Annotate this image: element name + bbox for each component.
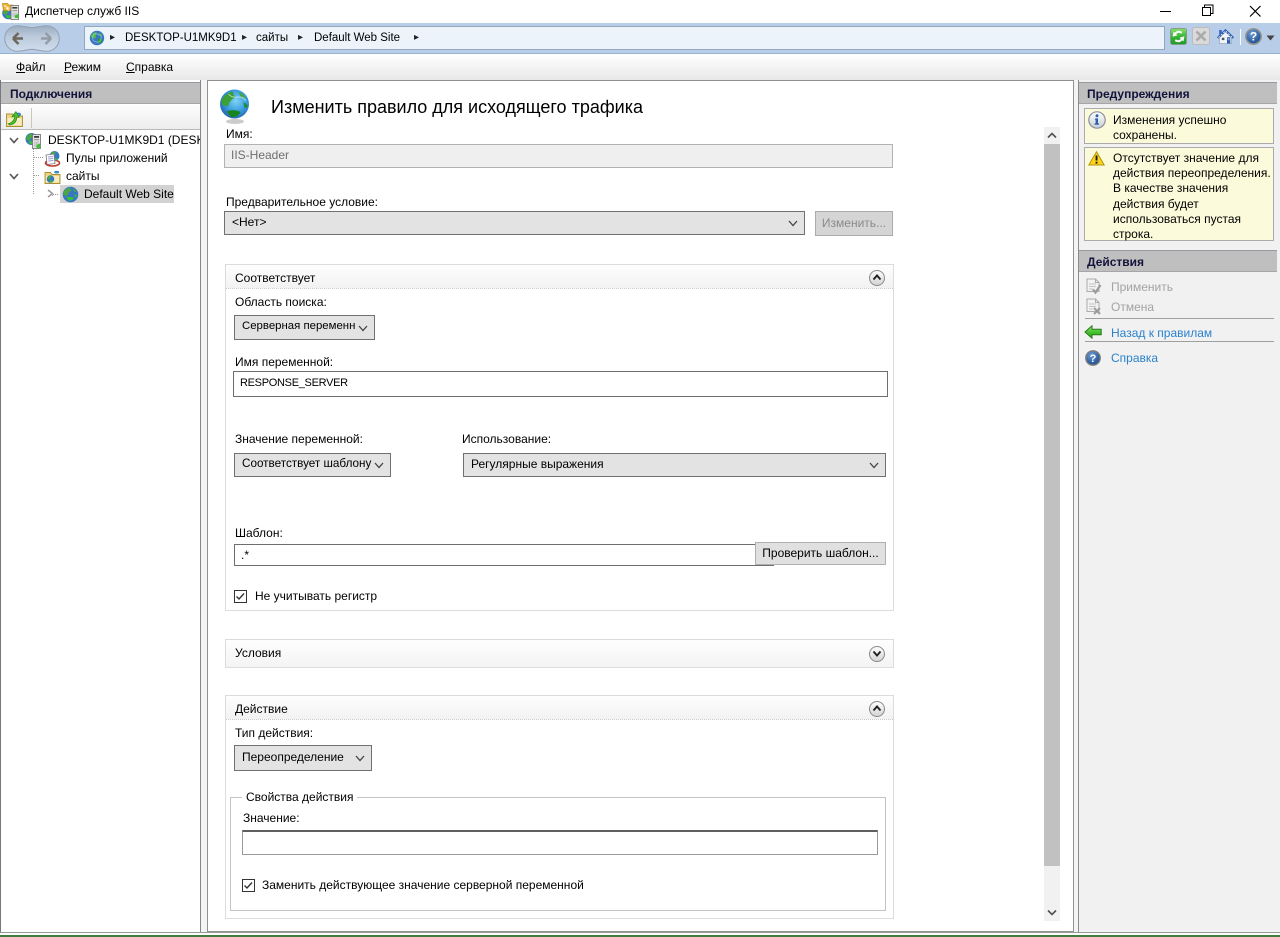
svg-text:?: ? — [1250, 30, 1257, 44]
svg-text:?: ? — [1090, 353, 1097, 365]
